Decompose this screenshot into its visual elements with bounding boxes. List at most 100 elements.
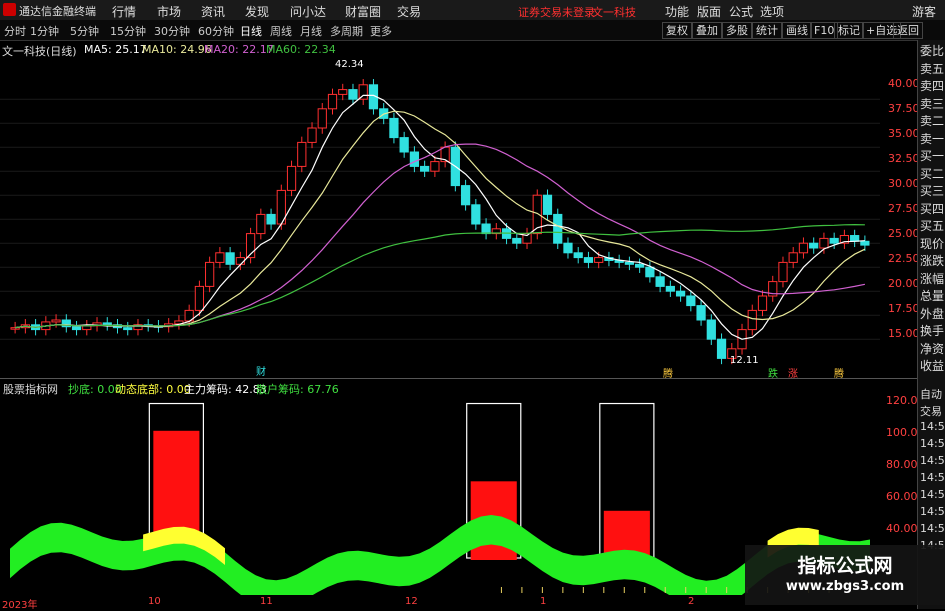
- price-tick-27.5: 27.50: [888, 202, 920, 215]
- candle: [205, 261, 215, 287]
- date-label-10: 10: [148, 596, 161, 607]
- candle: [645, 266, 655, 278]
- price-tick-15: 15.00: [888, 327, 920, 340]
- side-bottom-label-5: 14:50: [920, 471, 945, 484]
- panel-divider: [0, 378, 917, 379]
- side-label-16: 换手: [920, 324, 945, 338]
- candle: [194, 285, 205, 311]
- candle: [850, 235, 860, 242]
- tab-30min[interactable]: 30分钟: [154, 23, 190, 39]
- ma60-legend: MA60: 22.34: [266, 43, 336, 56]
- menu-item-gongneng[interactable]: 功能: [665, 3, 689, 20]
- side-bottom-label-4: 14:50: [920, 454, 945, 467]
- candle: [798, 242, 809, 254]
- fuquan-button[interactable]: 复权: [662, 22, 692, 39]
- multi-stock-button[interactable]: 多股: [722, 22, 752, 39]
- side-label-5: 卖一: [920, 131, 945, 146]
- side-bottom-label-7: 14:50: [920, 505, 945, 518]
- side-bottom-label-1[interactable]: 交易: [920, 403, 942, 419]
- candle: [706, 319, 716, 340]
- candle: [819, 237, 829, 249]
- candle: [573, 252, 583, 259]
- cai-badge: 财: [256, 367, 266, 378]
- side-bottom-label-0[interactable]: 自动: [920, 386, 942, 402]
- price-tick-40: 40.00: [888, 77, 920, 90]
- side-label-9: 买四: [920, 201, 945, 216]
- side-bottom-label-8: 14:50: [920, 522, 945, 535]
- date-label-1: 1: [540, 596, 547, 607]
- candle: [583, 257, 594, 263]
- retail-chip-band: [10, 515, 870, 595]
- menu-item-zixun[interactable]: 资讯: [201, 3, 225, 20]
- app-logo-icon: [3, 3, 16, 16]
- menu-item-gongshi[interactable]: 公式: [729, 3, 753, 20]
- app-title: 通达信金融终端: [19, 5, 96, 18]
- candle: [297, 141, 307, 167]
- menu-item-jiaoyi[interactable]: 交易: [397, 3, 421, 20]
- low-price-label: 12.11: [730, 355, 759, 366]
- price-tick-35: 35.00: [888, 127, 920, 140]
- candle: [10, 327, 20, 330]
- price-tick-37.5: 37.50: [888, 102, 920, 115]
- candle: [675, 290, 686, 297]
- tab-weekly[interactable]: 周线: [270, 23, 292, 39]
- back-button[interactable]: 返回: [893, 22, 923, 39]
- stats-button[interactable]: 统计: [752, 22, 782, 39]
- candle: [716, 338, 727, 359]
- tab-1min[interactable]: 1分钟: [30, 23, 59, 39]
- price-tick-20: 20.00: [888, 277, 920, 290]
- price-tick-22.5: 22.50: [888, 252, 920, 265]
- candle: [51, 319, 61, 323]
- side-label-15: 外盘: [920, 306, 945, 321]
- candle: [481, 223, 491, 235]
- date-label-12: 12: [405, 596, 418, 607]
- watermark-title: 指标公式网: [797, 555, 893, 577]
- tab-5min[interactable]: 5分钟: [70, 23, 99, 39]
- candle: [266, 213, 276, 225]
- menu-item-hangqing[interactable]: 行情: [112, 3, 136, 20]
- side-label-14: 总量: [920, 289, 945, 303]
- watermark-url: www.zbgs3.com: [785, 579, 905, 594]
- ma20-legend: MA20: 22.17: [204, 43, 274, 56]
- guest-button[interactable]: 游客: [912, 3, 936, 20]
- tab-15min[interactable]: 15分钟: [110, 23, 146, 39]
- tab-60min[interactable]: 60分钟: [198, 23, 234, 39]
- candle: [542, 194, 553, 215]
- stock-link[interactable]: 文一科技: [592, 4, 636, 20]
- tab-more[interactable]: 更多: [370, 23, 392, 39]
- candle: [860, 240, 870, 246]
- price-chart[interactable]: [0, 58, 880, 378]
- overlay-button[interactable]: 叠加: [692, 22, 722, 39]
- date-label-11: 11: [260, 596, 273, 607]
- side-label-11: 现价: [920, 236, 945, 251]
- menu-item-wenxiaoda[interactable]: 问小达: [290, 3, 326, 20]
- draw-line-button[interactable]: 画线: [782, 22, 812, 39]
- tab-monthly[interactable]: 月线: [300, 23, 322, 39]
- sub-tick-60: 60.00: [886, 490, 918, 503]
- tab-multi-period[interactable]: 多周期: [330, 23, 363, 39]
- candle: [563, 242, 573, 254]
- menu-item-shichang[interactable]: 市场: [157, 3, 181, 20]
- price-tick-17.5: 17.50: [888, 302, 920, 315]
- high-price-label: 42.34: [335, 59, 364, 70]
- mark-button[interactable]: 标记: [834, 22, 864, 39]
- side-bottom-label-3: 14:50: [920, 437, 945, 450]
- menu-item-caifuquan[interactable]: 财富圈: [345, 3, 381, 20]
- menu-item-xuanxiang[interactable]: 选项: [760, 3, 784, 20]
- main-chart-title: 文一科技(日线): [2, 45, 77, 58]
- candle: [327, 93, 338, 110]
- tab-daily[interactable]: 日线: [240, 23, 262, 39]
- side-label-4: 卖二: [920, 114, 945, 128]
- menu-item-banmian[interactable]: 版面: [697, 3, 721, 20]
- candle: [348, 89, 358, 100]
- candle: [788, 252, 798, 263]
- candle: [420, 165, 430, 172]
- menu-item-faxian[interactable]: 发现: [245, 3, 269, 20]
- candle: [665, 285, 675, 292]
- candle: [71, 326, 82, 331]
- ma10-legend: MA10: 24.96: [142, 43, 212, 56]
- ma5-legend: MA5: 25.17: [84, 43, 147, 56]
- tab-fenshi[interactable]: 分时: [4, 23, 26, 39]
- login-warning[interactable]: 证券交易未登录: [518, 4, 595, 20]
- side-label-10: 买五: [920, 219, 945, 233]
